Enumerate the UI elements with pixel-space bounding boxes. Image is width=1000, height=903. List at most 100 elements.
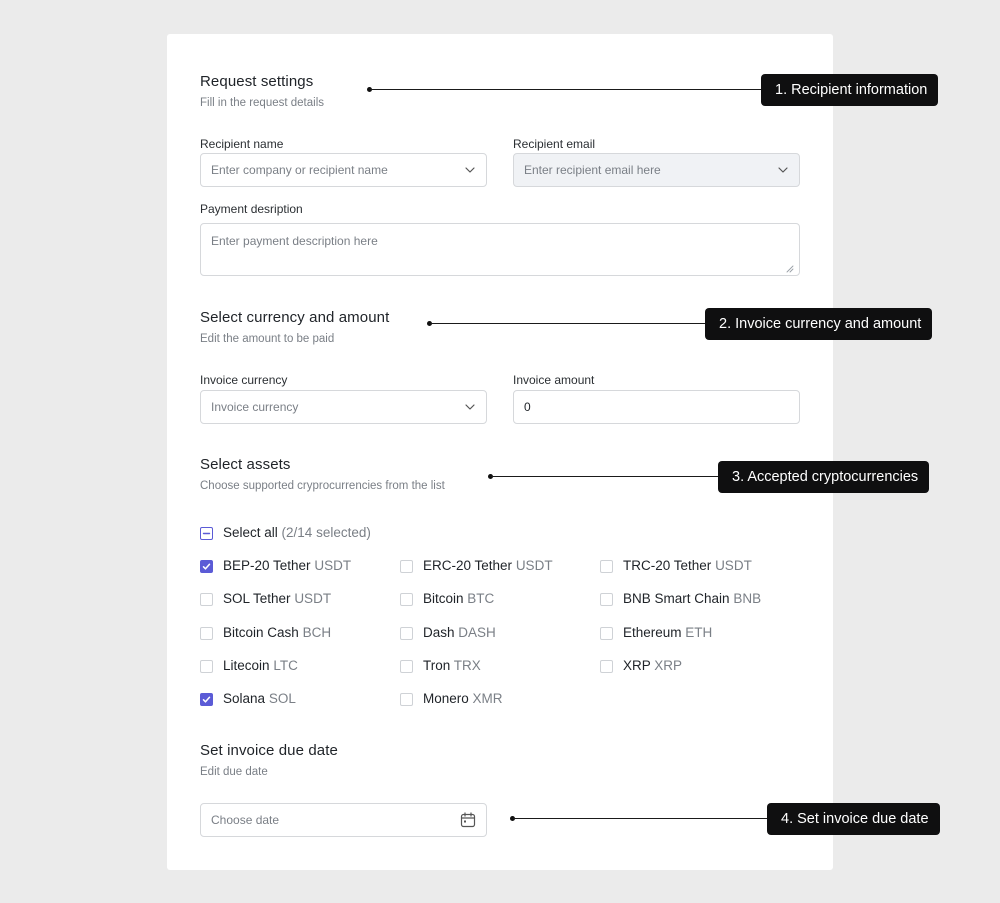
asset-label[interactable]: Bitcoin Cash BCH (223, 625, 331, 640)
recipient-email-select[interactable]: Enter recipient email here (513, 153, 800, 187)
asset-name: XRP (623, 658, 651, 673)
asset-label[interactable]: Ethereum ETH (623, 625, 712, 640)
asset-ticker: BCH (302, 625, 332, 640)
due-date-section-subtitle: Edit due date (200, 766, 268, 778)
asset-checkbox[interactable] (600, 627, 613, 640)
asset-label[interactable]: SOL Tether USDT (223, 591, 331, 606)
asset-checkbox[interactable] (200, 593, 213, 606)
asset-checkbox[interactable] (400, 560, 413, 573)
request-settings-subtitle: Fill in the request details (200, 97, 325, 109)
payment-description-input[interactable]: Enter payment description here (200, 223, 800, 276)
asset-name: Bitcoin Cash (223, 625, 299, 640)
asset-label[interactable]: Dash DASH (423, 625, 496, 640)
asset-ticker: XRP (654, 658, 683, 673)
callout-2-line (430, 323, 706, 324)
asset-ticker: ETH (685, 625, 713, 640)
checkmark-icon (202, 563, 211, 570)
invoice-currency-placeholder: Invoice currency (211, 400, 299, 414)
resize-grip-icon[interactable] (786, 262, 794, 273)
page: Request settings Fill in the request det… (0, 0, 1000, 903)
asset-checkbox[interactable] (600, 660, 613, 673)
payment-description-placeholder: Enter payment description here (211, 234, 378, 248)
currency-section-title: Select currency and amount (200, 309, 390, 326)
payment-description-label: Payment desription (200, 202, 303, 216)
callout-due-date: 4. Set invoice due date (767, 803, 940, 835)
asset-checkbox[interactable] (600, 593, 613, 606)
asset-ticker: USDT (715, 558, 752, 573)
callout-invoice-currency: 2. Invoice currency and amount (705, 308, 933, 340)
asset-name: TRC-20 Tether (623, 558, 712, 573)
asset-ticker: DASH (458, 625, 496, 640)
asset-label[interactable]: Tron TRX (423, 658, 481, 673)
asset-name: Litecoin (223, 658, 270, 673)
select-all-text: Select all (223, 525, 278, 540)
callout-accepted-cryptocurrencies: 3. Accepted cryptocurrencies (718, 461, 930, 493)
callout-3-line (491, 476, 719, 477)
asset-name: Dash (423, 625, 455, 640)
chevron-down-icon (777, 164, 789, 176)
calendar-icon[interactable] (460, 812, 476, 828)
asset-label[interactable]: Monero XMR (423, 691, 503, 706)
select-all-count: (2/14 selected) (281, 525, 371, 540)
assets-section-subtitle: Choose supported cryprocurrencies from t… (200, 480, 445, 492)
due-date-placeholder: Choose date (211, 813, 280, 827)
asset-label[interactable]: BNB Smart Chain BNB (623, 591, 761, 606)
asset-ticker: BTC (467, 591, 495, 606)
asset-ticker: XMR (472, 691, 503, 706)
callout-1-line (370, 89, 762, 90)
chevron-down-icon (464, 401, 476, 413)
request-settings-title: Request settings (200, 73, 314, 90)
invoice-amount-input[interactable]: 0 (513, 390, 800, 424)
asset-checkbox[interactable] (400, 627, 413, 640)
asset-label[interactable]: Litecoin LTC (223, 658, 298, 673)
invoice-amount-value: 0 (524, 400, 531, 414)
assets-section-title: Select assets (200, 456, 291, 473)
asset-name: Tron (423, 658, 451, 673)
asset-checkbox[interactable] (200, 560, 213, 573)
asset-checkbox[interactable] (600, 560, 613, 573)
asset-name: ERC-20 Tether (423, 558, 513, 573)
due-date-section-title: Set invoice due date (200, 742, 338, 759)
asset-label[interactable]: XRP XRP (623, 658, 682, 673)
invoice-currency-select[interactable]: Invoice currency (200, 390, 487, 424)
asset-name: Bitcoin (423, 591, 464, 606)
asset-ticker: USDT (314, 558, 352, 573)
due-date-picker[interactable]: Choose date (200, 803, 487, 837)
asset-name: BEP-20 Tether (223, 558, 311, 573)
asset-label[interactable]: Solana SOL (223, 691, 296, 706)
callout-4-line (513, 818, 768, 819)
asset-name: BNB Smart Chain (623, 591, 730, 606)
select-all-checkbox[interactable] (200, 527, 213, 540)
recipient-name-label: Recipient name (200, 137, 284, 151)
asset-label[interactable]: Bitcoin BTC (423, 591, 494, 606)
asset-label[interactable]: BEP-20 Tether USDT (223, 558, 351, 573)
chevron-down-icon (464, 164, 476, 176)
asset-checkbox[interactable] (200, 660, 213, 673)
recipient-name-placeholder: Enter company or recipient name (211, 163, 388, 177)
asset-name: Solana (223, 691, 266, 706)
request-form-card: Request settings Fill in the request det… (167, 34, 833, 870)
invoice-currency-label: Invoice currency (200, 373, 288, 387)
asset-checkbox[interactable] (400, 660, 413, 673)
asset-name: Ethereum (623, 625, 682, 640)
asset-label[interactable]: ERC-20 Tether USDT (423, 558, 553, 573)
asset-checkbox[interactable] (400, 693, 413, 706)
checkmark-icon (202, 696, 211, 703)
asset-ticker: SOL (268, 691, 296, 706)
callout-recipient-information: 1. Recipient information (761, 74, 939, 106)
asset-ticker: LTC (273, 658, 298, 673)
select-all-label[interactable]: Select all (2/14 selected) (223, 525, 371, 540)
asset-checkbox[interactable] (400, 593, 413, 606)
asset-checkbox[interactable] (200, 627, 213, 640)
asset-name: SOL Tether (223, 591, 291, 606)
asset-ticker: BNB (733, 591, 762, 606)
asset-ticker: USDT (294, 591, 332, 606)
recipient-name-select[interactable]: Enter company or recipient name (200, 153, 487, 187)
asset-label[interactable]: TRC-20 Tether USDT (623, 558, 752, 573)
currency-section-subtitle: Edit the amount to be paid (200, 333, 335, 345)
asset-checkbox[interactable] (200, 693, 213, 706)
recipient-email-label: Recipient email (513, 137, 596, 151)
recipient-email-placeholder: Enter recipient email here (524, 163, 661, 177)
asset-ticker: TRX (453, 658, 481, 673)
indeterminate-icon (202, 532, 211, 535)
